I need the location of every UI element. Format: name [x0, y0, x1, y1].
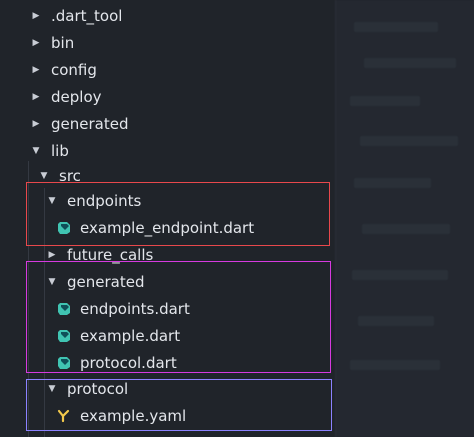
chevron-down-icon: ▼	[48, 384, 56, 394]
tree-item-example-endpoint-dart[interactable]: example_endpoint.dart	[0, 215, 392, 241]
explorer-tree-panel: ▶ .dart_tool ▶ bin ▶ config ▶ deploy ▶ g…	[0, 0, 335, 437]
dart-file-icon	[57, 329, 71, 343]
blurred-editor-line	[352, 270, 448, 280]
tree-item-label: endpoints	[67, 192, 142, 210]
tree-item-label: generated	[51, 115, 129, 133]
tree-item-generated-root[interactable]: ▶ generated	[0, 111, 366, 137]
tree-item-protocol-dart[interactable]: protocol.dart	[0, 350, 392, 376]
tree-item-label: src	[59, 167, 81, 185]
tree-item-label: example.dart	[80, 327, 181, 345]
tree-item-label: example.yaml	[80, 407, 187, 425]
dart-file-icon	[57, 356, 71, 370]
tree-item-label: deploy	[51, 88, 102, 106]
file-explorer-window: ▶ .dart_tool ▶ bin ▶ config ▶ deploy ▶ g…	[0, 0, 474, 437]
blurred-editor-line	[358, 316, 434, 326]
blurred-editor-line	[354, 22, 438, 32]
chevron-right-icon: ▶	[32, 92, 40, 102]
blurred-editor-line	[360, 136, 458, 146]
chevron-right-icon: ▶	[32, 11, 40, 21]
chevron-right-icon: ▶	[32, 65, 40, 75]
chevron-right-icon: ▶	[32, 38, 40, 48]
tree-item-config[interactable]: ▶ config	[0, 57, 366, 83]
blurred-editor-pane	[335, 0, 474, 437]
tree-item-label: endpoints.dart	[80, 300, 190, 318]
tree-item-example-dart[interactable]: example.dart	[0, 323, 392, 349]
tree-item-dart-tool[interactable]: ▶ .dart_tool	[0, 3, 366, 29]
chevron-down-icon: ▼	[32, 146, 40, 156]
blurred-editor-line	[350, 96, 420, 106]
chevron-right-icon: ▶	[32, 119, 40, 129]
tree-item-src[interactable]: ▼ src	[0, 163, 374, 189]
tree-item-lib[interactable]: ▼ lib	[0, 138, 366, 164]
yaml-file-icon	[57, 409, 71, 423]
tree-item-label: .dart_tool	[51, 7, 123, 25]
tree-item-endpoints-dart[interactable]: endpoints.dart	[0, 296, 392, 322]
tree-item-label: bin	[51, 34, 75, 52]
tree-item-label: generated	[67, 273, 145, 291]
chevron-right-icon: ▶	[48, 250, 56, 260]
dart-file-icon	[57, 221, 71, 235]
tree-item-example-yaml[interactable]: example.yaml	[0, 403, 392, 429]
tree-item-deploy[interactable]: ▶ deploy	[0, 84, 366, 110]
tree-item-label: protocol	[67, 380, 129, 398]
tree-item-generated-src[interactable]: ▼ generated	[0, 269, 382, 295]
tree-item-label: lib	[51, 142, 69, 160]
tree-item-label: protocol.dart	[80, 354, 177, 372]
blurred-editor-line	[364, 58, 456, 68]
chevron-down-icon: ▼	[48, 277, 56, 287]
tree-item-bin[interactable]: ▶ bin	[0, 30, 366, 56]
chevron-down-icon: ▼	[40, 171, 48, 181]
blurred-editor-line	[350, 360, 440, 370]
blurred-editor-line	[362, 224, 450, 234]
tree-item-label: config	[51, 61, 97, 79]
tree-item-label: example_endpoint.dart	[80, 219, 255, 237]
blurred-editor-line	[354, 178, 431, 188]
tree-item-endpoints[interactable]: ▼ endpoints	[0, 188, 382, 214]
tree-item-label: future_calls	[67, 246, 154, 264]
chevron-down-icon: ▼	[48, 196, 56, 206]
tree-item-protocol-folder[interactable]: ▼ protocol	[0, 376, 382, 402]
dart-file-icon	[57, 302, 71, 316]
tree-item-future-calls[interactable]: ▶ future_calls	[0, 242, 382, 268]
